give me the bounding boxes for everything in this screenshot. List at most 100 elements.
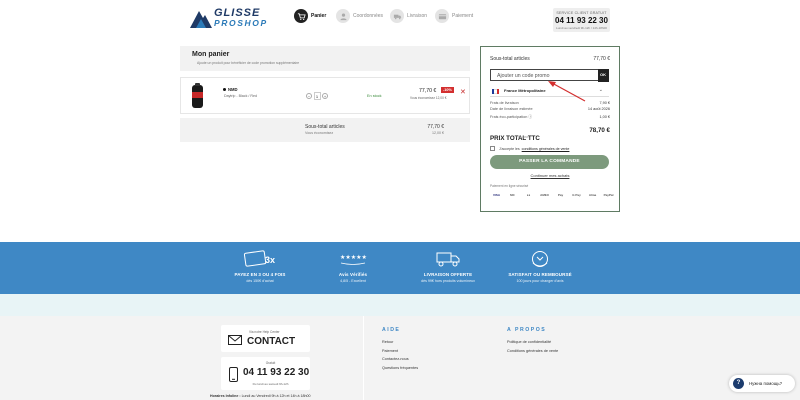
country-name: France Métropolitaine xyxy=(504,88,546,93)
tva-label: TVA 20% xyxy=(516,135,529,139)
service-hours: Lundi au vendredi 9h-12h / 14h-18h00 xyxy=(556,26,607,30)
fee-label: Date de livraison estimée xyxy=(490,107,533,111)
saved-label: Vous économisez xyxy=(305,131,334,135)
remove-item-button[interactable]: ✕ xyxy=(460,89,466,96)
stars-icon: ★★★★★ xyxy=(340,254,367,265)
footer-link-contact[interactable]: Contactez-nous xyxy=(382,357,418,361)
fee-row-delivery-date: Date de livraison estimée 14 août 2026 xyxy=(490,107,610,111)
phone-box[interactable]: Gratuit 04 11 93 22 30 Du lundi au samed… xyxy=(221,357,310,390)
item-price: 77,70 € xyxy=(419,88,437,94)
site-header: GLISSE PROSHOP Panier Coordonnées Livrai… xyxy=(0,0,800,38)
footer-link-privacy[interactable]: Politique de confidentialité xyxy=(507,340,558,344)
footer-divider xyxy=(363,316,364,400)
free-label: Gratuit xyxy=(265,361,276,365)
cart-icon xyxy=(294,9,308,23)
footer-phone: 04 11 93 22 30 xyxy=(243,367,310,378)
terms-row: J'accepte les conditions générales de ve… xyxy=(490,146,569,151)
question-icon: ? xyxy=(733,378,744,389)
footer-link-cgv[interactable]: Conditions générales de vente xyxy=(507,349,558,353)
footer-link-retour[interactable]: Retour xyxy=(382,340,418,344)
phone-hours: Du lundi au samedi 9h-12h xyxy=(252,382,289,386)
promo-code-field[interactable]: Ajouter un code promo OK xyxy=(490,69,609,82)
footer-link-faq[interactable]: Questions fréquentes xyxy=(382,366,418,370)
cart-title: Mon panier xyxy=(192,51,230,58)
step-paiement[interactable]: Paiement xyxy=(435,8,473,24)
step-label: Livraison xyxy=(407,13,428,19)
terms-checkbox[interactable] xyxy=(490,146,495,151)
svg-text:★★★★★: ★★★★★ xyxy=(340,254,367,261)
truck-step-icon xyxy=(390,9,404,23)
cart-header: Mon panier Ajoute un produit pour bénéfi… xyxy=(180,46,470,71)
payment-methods: VISA MC ●● AMEX Pay G Pay Alma PayPal xyxy=(490,192,615,199)
fee-value: 14 août 2026 xyxy=(587,107,610,111)
step-label: Paiement xyxy=(452,13,474,19)
panel-subtotal: Sous-total articles 77,70 € xyxy=(490,56,610,62)
quantity-increase-button[interactable]: + xyxy=(322,92,328,99)
service-title: SERVICE CLIENT GRATUIT xyxy=(556,11,607,15)
feature-refund: SATISFAIT OU REMBOURSÉ 100 jours pour ch… xyxy=(485,250,595,283)
discount-badge: -10% xyxy=(441,87,454,93)
card-step-icon xyxy=(435,9,449,23)
help-chat-widget[interactable]: ? Нужна помощь? xyxy=(729,375,795,392)
product-name[interactable]: NMD xyxy=(223,87,238,92)
satisfaction-icon xyxy=(532,251,548,267)
contact-box[interactable]: Via notre Help Center CONTACT xyxy=(221,325,310,352)
footer-col-aide: AIDE Retour Paiement Contactez-nous Ques… xyxy=(382,327,418,374)
promo-code-input[interactable]: Ajouter un code promo xyxy=(497,73,549,79)
reassurance-band: 3x PAYEZ EN 3 OU 4 FOIS dès 150€ d'achat… xyxy=(0,242,800,294)
customer-service-box[interactable]: SERVICE CLIENT GRATUIT 04 11 93 22 30 Lu… xyxy=(553,8,610,32)
country-select[interactable]: France Métropolitaine ⌄ xyxy=(490,85,609,97)
promo-ok-button[interactable]: OK xyxy=(597,69,609,82)
feature-subtitle: 4,8/5 - Excellent xyxy=(340,278,366,283)
cart-subtitle: Ajoute un produit pour bénéficier de cod… xyxy=(197,61,300,65)
fee-label: Frais de livraison xyxy=(490,101,519,105)
fee-row-shipping: Frais de livraison 7,90 € xyxy=(490,101,610,105)
footer-link-paiement[interactable]: Paiement xyxy=(382,349,418,353)
place-order-button[interactable]: PASSER LA COMMANDE xyxy=(490,155,609,169)
fee-value: 1,00 € xyxy=(599,115,610,119)
visa-icon: VISA xyxy=(492,193,500,197)
subtotal-label: Sous-total articles xyxy=(305,124,345,130)
bullet-icon xyxy=(223,88,226,92)
amex-icon: AMEX xyxy=(540,193,549,197)
step-coordonnees[interactable]: Coordonnées xyxy=(336,8,383,24)
google-pay-icon: G Pay xyxy=(572,193,581,197)
panel-subtotal-value: 77,70 € xyxy=(593,56,610,62)
quantity-decrease-button[interactable]: − xyxy=(306,92,312,99)
chevron-down-icon: ⌄ xyxy=(598,87,603,93)
help-widget-label: Нужна помощь? xyxy=(749,381,783,386)
total-row: PRIX TOTAL TTC 78,70 € TVA 20% xyxy=(490,127,610,145)
svg-text:3x: 3x xyxy=(265,255,275,265)
cart-subtotal: Sous-total articles Vous économisez 77,7… xyxy=(180,118,470,142)
subtotal-value: 77,70 € xyxy=(427,124,444,130)
mastercard-icon: MC xyxy=(510,193,515,197)
step-label: Coordonnées xyxy=(353,13,384,19)
feature-reviews: ★★★★★ Avis Vérifiés 4,8/5 - Excellent xyxy=(298,250,408,283)
feature-title: SATISFAIT OU REMBOURSÉ xyxy=(508,272,572,277)
product-variant: Daytrip - Black / Red xyxy=(224,94,257,98)
continue-shopping-link[interactable]: Continuer mes achats xyxy=(481,173,619,178)
terms-text: J'accepte les xyxy=(499,146,520,151)
footer-col-title: A PROPOS xyxy=(507,327,547,333)
cart-item: NMD Daytrip - Black / Red − 1 + En stock… xyxy=(180,77,470,114)
glisse-proshop-logo[interactable]: GLISSE PROSHOP xyxy=(190,7,278,29)
feature-subtitle: 100 jours pour changer d'avis xyxy=(516,278,564,283)
panel-subtotal-label: Sous-total articles xyxy=(490,56,530,62)
site-footer: Via notre Help Center CONTACT Gratuit 04… xyxy=(0,316,800,400)
product-image[interactable] xyxy=(189,83,206,110)
step-livraison[interactable]: Livraison xyxy=(390,8,427,24)
step-panier[interactable]: Panier xyxy=(294,8,326,24)
terms-link[interactable]: conditions générales de vente xyxy=(522,147,570,151)
quantity-stepper: − 1 + xyxy=(306,91,328,100)
quantity-value[interactable]: 1 xyxy=(313,91,321,100)
total-value: 78,70 € xyxy=(589,127,610,134)
feature-title: Avis Vérifiés xyxy=(338,272,368,277)
item-savings: Vous économisez 12,00 € xyxy=(410,96,447,100)
truck-icon xyxy=(436,252,460,267)
total-label: PRIX TOTAL TTC xyxy=(490,135,540,142)
step-label: Panier xyxy=(311,13,327,19)
card-network-icon: ●● xyxy=(526,193,531,197)
mountain-logo-icon xyxy=(190,11,212,28)
mail-icon xyxy=(228,335,242,345)
apple-pay-icon: Pay xyxy=(557,193,564,197)
